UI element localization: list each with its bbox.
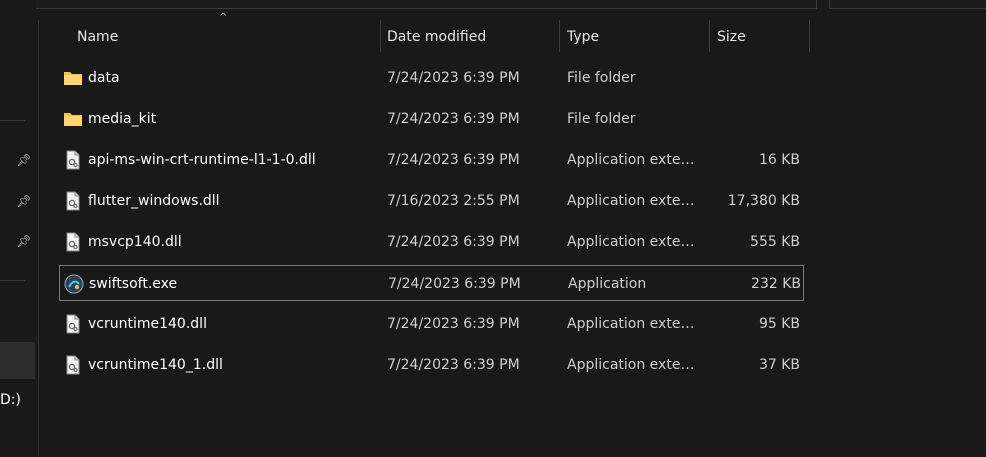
file-size: 232 KB: [751, 276, 801, 292]
file-name: flutter_windows.dll: [88, 193, 220, 209]
file-size: 95 KB: [758, 316, 800, 332]
sort-ascending-icon: ^: [219, 12, 228, 23]
folder-icon: [63, 109, 83, 129]
file-date-modified: 7/24/2023 6:39 PM: [387, 316, 520, 332]
column-separator[interactable]: [709, 20, 710, 52]
file-row[interactable]: data 7/24/2023 6:39 PM File folder: [59, 60, 804, 96]
nav-divider: [0, 120, 25, 121]
file-row[interactable]: media_kit 7/24/2023 6:39 PM File folder: [59, 101, 804, 137]
app-exe-icon: [64, 274, 84, 294]
nav-item-selected[interactable]: [0, 342, 35, 379]
file-type: Application: [568, 276, 647, 292]
file-row[interactable]: msvcp140.dll 7/24/2023 6:39 PM Application…: [59, 224, 804, 260]
file-size: 16 KB: [758, 152, 800, 168]
column-header-size[interactable]: Size: [717, 26, 802, 48]
file-row[interactable]: vcruntime140_1.dll 7/24/2023 6:39 PM Appli…: [59, 347, 804, 383]
column-separator[interactable]: [559, 20, 560, 52]
file-size: [701, 69, 800, 87]
file-type: Application extens...: [567, 193, 701, 209]
file-size: 17,380 KB: [727, 193, 800, 209]
file-row[interactable]: api-ms-win-crt-runtime-l1-1-0.dll 7/24/20…: [59, 142, 804, 178]
search-box[interactable]: [829, 0, 986, 9]
file-name: media_kit: [88, 111, 157, 127]
file-type: File folder: [567, 111, 636, 127]
file-name: swiftsoft.exe: [89, 276, 178, 292]
file-date-modified: 7/24/2023 6:39 PM: [387, 111, 520, 127]
folder-icon: [63, 68, 83, 88]
dll-file-icon: [63, 314, 83, 334]
nav-divider: [0, 280, 25, 281]
file-type: Application extens...: [567, 152, 701, 168]
file-name: msvcp140.dll: [88, 234, 182, 250]
pin-icon[interactable]: 📌︎: [16, 233, 32, 249]
file-name: api-ms-win-crt-runtime-l1-1-0.dll: [88, 152, 316, 168]
file-type: Application extens...: [567, 234, 701, 250]
dll-file-icon: [63, 150, 83, 170]
dll-file-icon: [63, 232, 83, 252]
dll-file-icon: [63, 355, 83, 375]
file-type: Application extens...: [567, 357, 701, 373]
file-name: vcruntime140.dll: [88, 316, 207, 332]
address-bar[interactable]: [0, 0, 817, 9]
file-date-modified: 7/24/2023 6:39 PM: [387, 234, 520, 250]
column-header-name[interactable]: Name: [77, 26, 367, 48]
pin-icon[interactable]: 📌︎: [16, 193, 32, 209]
file-size: [701, 110, 800, 128]
nav-item-drive-label[interactable]: D:): [0, 392, 21, 408]
file-size: 555 KB: [750, 234, 800, 250]
column-separator[interactable]: [809, 20, 810, 52]
pin-icon[interactable]: 📌︎: [16, 152, 32, 168]
file-size: 37 KB: [758, 357, 800, 373]
dll-file-icon: [63, 191, 83, 211]
file-row[interactable]: vcruntime140.dll 7/24/2023 6:39 PM Applica…: [59, 306, 804, 342]
navigation-pane: 📌︎ 📌︎ 📌︎ D:): [0, 0, 36, 457]
pane-splitter[interactable]: [38, 20, 39, 457]
file-date-modified: 7/24/2023 6:39 PM: [387, 70, 520, 86]
column-header-type[interactable]: Type: [567, 26, 702, 48]
file-name: vcruntime140_1.dll: [88, 357, 223, 373]
column-separator[interactable]: [380, 20, 381, 52]
file-type: File folder: [567, 70, 636, 86]
file-row[interactable]: swiftsoft.exe 7/24/2023 6:39 PM Applicatio…: [59, 265, 804, 301]
file-type: Application extens...: [567, 316, 701, 332]
file-date-modified: 7/24/2023 6:39 PM: [387, 357, 520, 373]
file-name: data: [88, 70, 120, 86]
file-date-modified: 7/16/2023 2:55 PM: [387, 193, 520, 209]
column-header-date-modified[interactable]: Date modified: [387, 26, 552, 48]
file-date-modified: 7/24/2023 6:39 PM: [388, 276, 521, 292]
file-date-modified: 7/24/2023 6:39 PM: [387, 152, 520, 168]
file-row[interactable]: flutter_windows.dll 7/16/2023 2:55 PM Appl…: [59, 183, 804, 219]
